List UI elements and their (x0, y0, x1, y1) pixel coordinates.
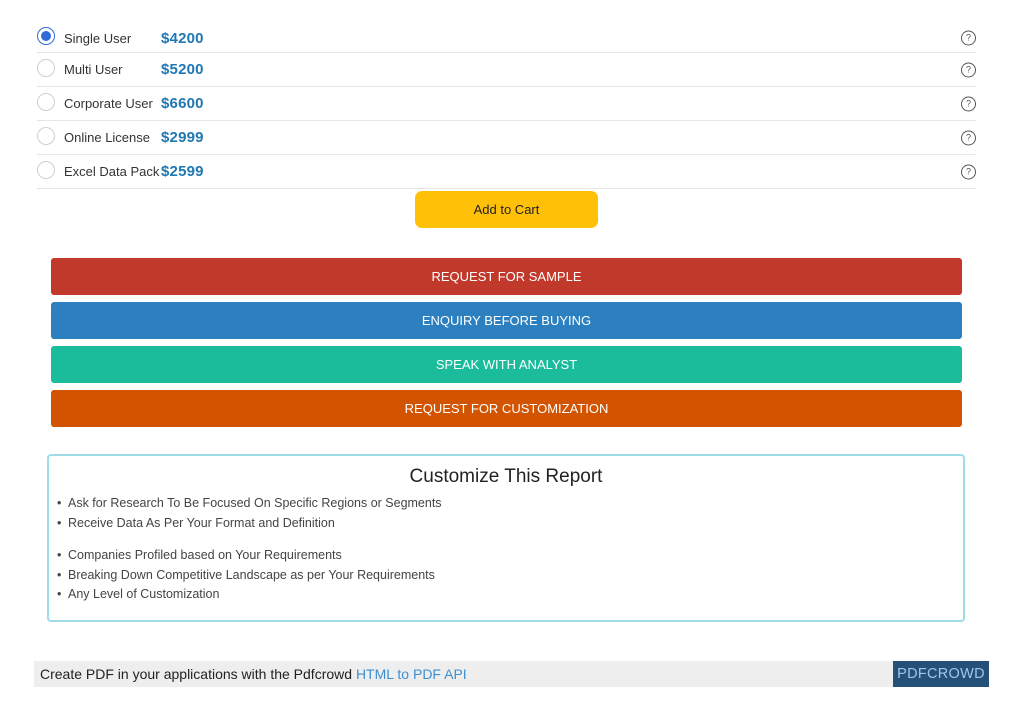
help-icon[interactable]: ? (961, 130, 976, 145)
help-icon[interactable]: ? (961, 96, 976, 111)
radio-multi-user[interactable] (37, 58, 55, 77)
license-options: Single User $4200 ? Multi User $5200 ? C… (37, 24, 976, 189)
license-price: $5200 (161, 61, 204, 78)
html-to-pdf-link[interactable]: HTML to PDF API (356, 666, 467, 682)
list-item: Any Level of Customization (57, 587, 442, 607)
license-name: Online License (64, 130, 150, 145)
license-name: Corporate User (64, 96, 153, 111)
license-name: Multi User (64, 62, 123, 77)
pdfcrowd-footer: Create PDF in your applications with the… (34, 661, 989, 687)
license-row-online-license[interactable]: Online License $2999 ? (37, 121, 976, 155)
pdfcrowd-badge[interactable]: PDFCROWD (893, 661, 989, 687)
speak-with-analyst-button[interactable]: SPEAK WITH ANALYST (51, 346, 962, 383)
license-row-single-user[interactable]: Single User $4200 ? (37, 24, 976, 53)
customize-points: Ask for Research To Be Focused On Specif… (57, 496, 442, 607)
license-price: $4200 (161, 29, 204, 47)
radio-excel-data-pack[interactable] (37, 160, 55, 179)
footer-text: Create PDF in your applications with the… (34, 666, 467, 682)
help-icon[interactable]: ? (961, 30, 976, 46)
help-icon[interactable]: ? (961, 62, 976, 77)
customize-title: Customize This Report (409, 466, 603, 487)
radio-online-license[interactable] (37, 126, 55, 145)
request-sample-button[interactable]: REQUEST FOR SAMPLE (51, 258, 962, 295)
radio-single-user[interactable] (37, 27, 55, 45)
footer-message: Create PDF in your applications with the… (40, 666, 356, 682)
license-name: Excel Data Pack (64, 164, 160, 179)
request-customization-button[interactable]: REQUEST FOR CUSTOMIZATION (51, 390, 962, 427)
list-item: Ask for Research To Be Focused On Specif… (57, 496, 442, 516)
license-row-excel-data-pack[interactable]: Excel Data Pack $2599 ? (37, 155, 976, 189)
license-name: Single User (64, 30, 132, 46)
license-price: $2999 (161, 129, 204, 146)
list-item: Breaking Down Competitive Landscape as p… (57, 568, 442, 588)
list-item: Companies Profiled based on Your Require… (57, 548, 442, 568)
enquiry-before-buying-button[interactable]: ENQUIRY BEFORE BUYING (51, 302, 962, 339)
license-price: $6600 (161, 95, 204, 112)
license-price: $2599 (161, 163, 204, 180)
license-row-multi-user[interactable]: Multi User $5200 ? (37, 53, 976, 87)
license-row-corporate-user[interactable]: Corporate User $6600 ? (37, 87, 976, 121)
add-to-cart-button[interactable]: Add to Cart (415, 191, 598, 228)
list-item: Receive Data As Per Your Format and Defi… (57, 516, 442, 536)
radio-corporate-user[interactable] (37, 92, 55, 111)
customize-report-panel: Customize This Report Ask for Research T… (47, 454, 965, 622)
help-icon[interactable]: ? (961, 164, 976, 179)
